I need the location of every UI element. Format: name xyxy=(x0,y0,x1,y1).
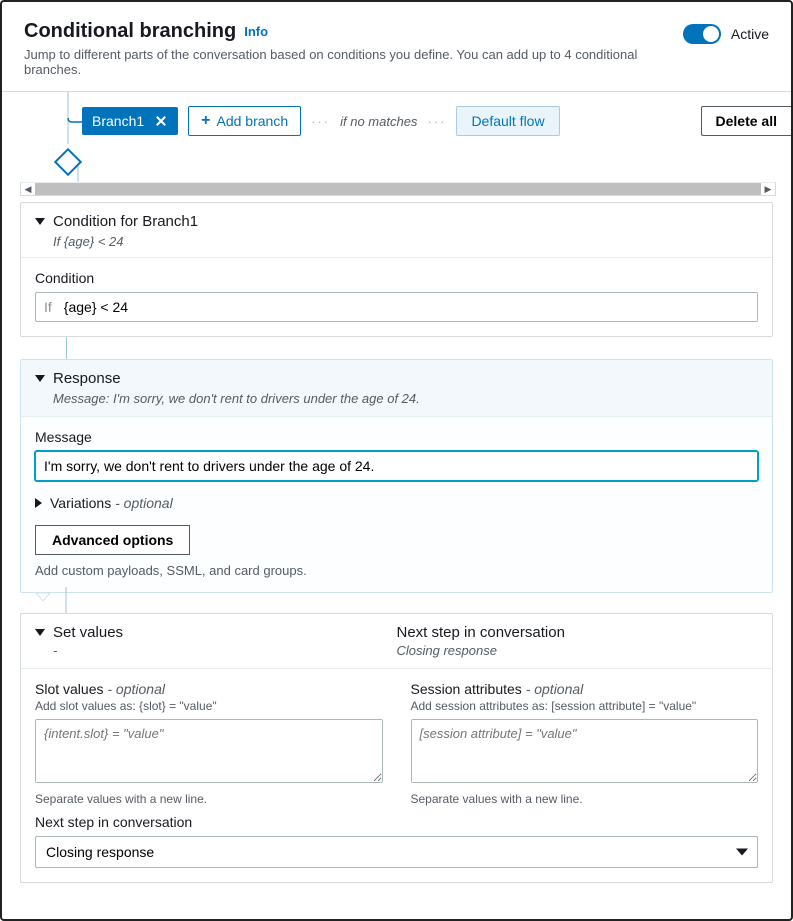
variations-optional: - optional xyxy=(115,495,173,511)
response-panel-toggle[interactable]: Response xyxy=(35,370,758,387)
condition-panel: Condition for Branch1 If {age} < 24 Cond… xyxy=(20,202,773,337)
horizontal-scrollbar[interactable]: ◀ ▶ xyxy=(20,182,776,196)
connector-dots: ··· xyxy=(427,114,446,129)
condition-summary: If {age} < 24 xyxy=(53,234,758,249)
condition-input[interactable] xyxy=(60,293,757,321)
condition-field-label: Condition xyxy=(35,270,758,286)
session-attr-optional: - optional xyxy=(526,681,584,697)
add-branch-button[interactable]: + Add branch xyxy=(188,106,301,136)
slot-values-help: Add slot values as: {slot} = "value" xyxy=(35,699,383,713)
advanced-options-help: Add custom payloads, SSML, and card grou… xyxy=(35,563,758,578)
close-icon[interactable] xyxy=(154,114,168,128)
advanced-options-button[interactable]: Advanced options xyxy=(35,525,190,555)
next-step-field-label: Next step in conversation xyxy=(35,814,758,830)
message-input[interactable] xyxy=(35,451,758,481)
page-subtitle: Jump to different parts of the conversat… xyxy=(24,47,683,77)
response-panel-title: Response xyxy=(53,370,121,387)
connector-dots: ··· xyxy=(311,114,330,129)
next-step-title: Next step in conversation xyxy=(397,624,565,641)
set-values-summary: - xyxy=(53,643,397,658)
delete-all-button[interactable]: Delete all xyxy=(701,106,791,136)
session-attr-textarea[interactable] xyxy=(411,719,759,783)
default-flow-button[interactable]: Default flow xyxy=(456,106,559,136)
next-step-select[interactable]: Closing response xyxy=(35,836,758,868)
next-step-summary: Closing response xyxy=(397,643,759,658)
scroll-right-icon[interactable]: ▶ xyxy=(761,183,775,195)
page-header: Conditional branching Info Jump to diffe… xyxy=(2,2,791,92)
slot-values-footnote: Separate values with a new line. xyxy=(35,792,383,806)
info-link[interactable]: Info xyxy=(244,24,268,39)
chevron-right-icon xyxy=(35,498,42,508)
page-title: Conditional branching xyxy=(24,20,236,43)
variations-label: Variations xyxy=(50,495,111,511)
message-field-label: Message xyxy=(35,429,758,445)
connector-line xyxy=(66,337,67,359)
response-summary: Message: I'm sorry, we don't rent to dri… xyxy=(53,391,758,406)
active-toggle-label: Active xyxy=(731,26,769,42)
condition-input-wrap: If xyxy=(35,292,758,322)
no-match-label: if no matches xyxy=(340,114,417,129)
panel-tail xyxy=(36,593,791,613)
chevron-down-icon xyxy=(35,375,45,382)
condition-panel-title: Condition for Branch1 xyxy=(53,213,198,230)
response-panel: Response Message: I'm sorry, we don't re… xyxy=(20,359,773,593)
decision-diamond-icon xyxy=(54,148,82,176)
set-values-panel: Set values - Next step in conversation C… xyxy=(20,613,773,883)
add-branch-label: Add branch xyxy=(217,113,289,129)
branch-flow-area: Branch1 + Add branch ··· if no matches ·… xyxy=(2,92,791,182)
branch-tab-branch1[interactable]: Branch1 xyxy=(82,107,178,135)
set-values-title: Set values xyxy=(53,624,123,641)
session-attr-footnote: Separate values with a new line. xyxy=(411,792,759,806)
slot-values-optional: - optional xyxy=(107,681,165,697)
chevron-down-icon xyxy=(35,629,45,636)
chevron-down-icon xyxy=(35,218,45,225)
active-toggle[interactable] xyxy=(683,24,721,44)
slot-values-label: Slot values xyxy=(35,681,103,697)
condition-if-prefix: If xyxy=(36,293,60,321)
variations-toggle[interactable]: Variations - optional xyxy=(35,495,758,511)
session-attr-label: Session attributes xyxy=(411,681,522,697)
branch-tab-label: Branch1 xyxy=(92,113,144,129)
set-values-toggle[interactable]: Set values xyxy=(35,624,397,641)
condition-panel-toggle[interactable]: Condition for Branch1 xyxy=(35,213,758,230)
slot-values-textarea[interactable] xyxy=(35,719,383,783)
scroll-left-icon[interactable]: ◀ xyxy=(21,183,35,195)
session-attr-help: Add session attributes as: [session attr… xyxy=(411,699,759,713)
plus-icon: + xyxy=(201,113,210,129)
